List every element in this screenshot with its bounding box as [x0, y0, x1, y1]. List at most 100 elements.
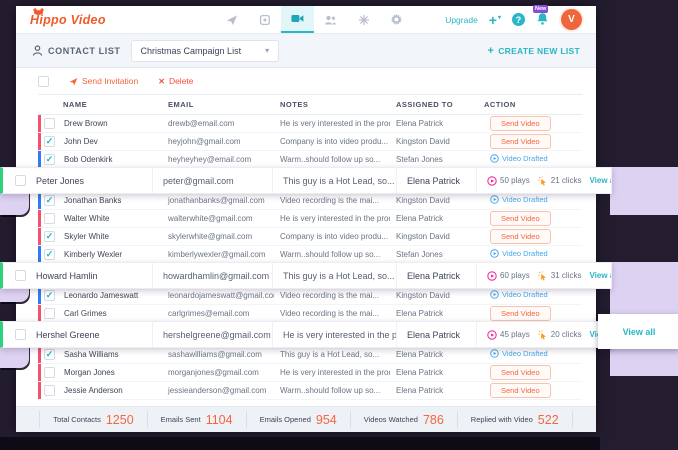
- table-row[interactable]: Drew Brown drewb@email.com He is very in…: [38, 115, 582, 133]
- nav-send-icon[interactable]: [215, 6, 248, 33]
- row-accent-bar: [38, 154, 41, 165]
- row-checkbox[interactable]: [44, 385, 55, 396]
- row-checkbox[interactable]: [44, 213, 55, 224]
- row-action[interactable]: Video Drafted: [490, 249, 548, 258]
- row-checkbox[interactable]: [44, 154, 55, 165]
- action-label: Video Drafted: [502, 195, 548, 204]
- row-action[interactable]: Video Drafted: [490, 195, 548, 204]
- nav-settings-gear-icon[interactable]: [380, 6, 413, 33]
- contact-notes: He is very interested in the prod...: [273, 322, 397, 347]
- stats-footer: Total Contacts1250 Emails Sent1104 Email…: [16, 406, 596, 432]
- row-accent-bar: [38, 118, 41, 129]
- action-label: Send Video: [501, 386, 540, 395]
- row-checkbox[interactable]: [15, 175, 26, 186]
- upgrade-link[interactable]: Upgrade: [445, 15, 478, 25]
- contact-email: peter@gmail.com: [153, 168, 273, 193]
- action-label: Video Drafted: [502, 290, 548, 299]
- table-row[interactable]: Sasha Williams sashawilliams@gmail.com T…: [38, 346, 582, 364]
- contact-email: heyheyhey@email.com: [162, 155, 274, 164]
- delete-button[interactable]: ✕ Delete: [158, 76, 193, 86]
- row-checkbox[interactable]: [44, 195, 55, 206]
- contact-name: Walter White: [64, 214, 110, 223]
- row-action[interactable]: Video Drafted: [490, 349, 548, 358]
- contact-email: heyjohn@gmail.com: [162, 137, 274, 146]
- view-all-link[interactable]: View all: [589, 271, 611, 280]
- help-button[interactable]: ?: [512, 13, 525, 26]
- row-checkbox[interactable]: [44, 367, 55, 378]
- nav-contacts-icon[interactable]: [314, 6, 347, 33]
- table-row[interactable]: Jessie Anderson jessieanderson@gmail.com…: [38, 382, 582, 400]
- contact-assigned: Elena Patrick: [390, 368, 478, 377]
- stat-videos-watched: Videos Watched786: [351, 411, 458, 428]
- contact-notes: He is very interested in the prod...: [274, 368, 390, 377]
- action-label: Video Drafted: [502, 154, 548, 163]
- play-circle-icon: [490, 154, 499, 163]
- row-checkbox[interactable]: [15, 329, 26, 340]
- row-checkbox[interactable]: [44, 308, 55, 319]
- highlighted-contact-row[interactable]: Hershel Greene hershelgreene@gmail.com H…: [0, 321, 612, 348]
- table-row[interactable]: Leonardo Jameswatt leonardojameswatt@gma…: [38, 287, 582, 305]
- row-action[interactable]: Video Drafted: [490, 290, 548, 299]
- row-checkbox[interactable]: [44, 136, 55, 147]
- row-checkbox[interactable]: [44, 118, 55, 129]
- contact-name: Carl Grimes: [64, 309, 107, 318]
- col-header-name: NAME: [38, 100, 162, 109]
- clicks-stat: 31 clicks: [538, 271, 582, 281]
- highlighted-contact-row[interactable]: Peter Jones peter@gmail.com This guy is …: [0, 167, 612, 194]
- contact-name: John Dev: [64, 137, 98, 146]
- col-header-email: EMAIL: [162, 100, 274, 109]
- row-accent-bar: [38, 367, 41, 378]
- plays-stat: 50 plays: [487, 176, 530, 186]
- contact-assigned: Elena Patrick: [397, 322, 477, 347]
- row-checkbox[interactable]: [44, 249, 55, 260]
- row-action[interactable]: Video Drafted: [490, 154, 548, 163]
- nav-library-icon[interactable]: [248, 6, 281, 33]
- table-row[interactable]: John Dev heyjohn@gmail.com Company is in…: [38, 133, 582, 151]
- send-invitation-button[interactable]: Send Invitation: [69, 76, 138, 86]
- contact-notes: This guy is a Hot Lead, so...: [274, 350, 390, 359]
- create-new-list-button[interactable]: + CREATE NEW LIST: [487, 45, 580, 57]
- section-title: CONTACT LIST: [48, 46, 121, 56]
- row-action[interactable]: Send Video: [490, 365, 551, 380]
- row-checkbox[interactable]: [44, 349, 55, 360]
- nav-integrations-icon[interactable]: [347, 6, 380, 33]
- select-all-checkbox[interactable]: [38, 76, 49, 87]
- top-nav-bar: Hippo Video Upgrade +▾ ?: [16, 6, 596, 34]
- highlighted-contact-row[interactable]: Howard Hamlin howardhamlin@gmail.com Thi…: [0, 262, 612, 289]
- contact-notes: Warm..should follow up so...: [274, 386, 390, 395]
- contact-list-toolbar: CONTACT LIST Christmas Campaign List ▾ +…: [16, 34, 596, 68]
- user-avatar[interactable]: V: [561, 9, 582, 30]
- contact-name: Kimberly Wexler: [64, 250, 122, 259]
- table-row[interactable]: Jonathan Banks jonathanbanks@gmail.com V…: [38, 192, 582, 210]
- row-checkbox[interactable]: [44, 231, 55, 242]
- contact-name: Sasha Williams: [64, 350, 119, 359]
- row-action[interactable]: Send Video: [490, 383, 551, 398]
- contact-name: Hershel Greene: [36, 330, 100, 340]
- table-body: Drew Brown drewb@email.com He is very in…: [38, 115, 582, 400]
- table-row[interactable]: Walter White walterwhite@gmail.com He is…: [38, 210, 582, 228]
- row-action[interactable]: Send Video: [490, 116, 551, 131]
- row-checkbox[interactable]: [15, 270, 26, 281]
- table-row[interactable]: Morgan Jones morganjones@gmail.com He is…: [38, 364, 582, 382]
- row-checkbox[interactable]: [44, 290, 55, 301]
- notifications-bell[interactable]: New: [536, 12, 550, 27]
- list-select-dropdown[interactable]: Christmas Campaign List ▾: [131, 40, 280, 62]
- view-all-tooltip[interactable]: View all: [598, 314, 678, 349]
- contact-notes: This guy is a Hot Lead, so...: [273, 168, 397, 193]
- contact-assigned: Elena Patrick: [390, 214, 478, 223]
- clicks-stat: 20 clicks: [538, 330, 582, 340]
- row-accent-bar: [38, 213, 41, 224]
- nav-video-camera-icon[interactable]: [281, 6, 314, 33]
- hippo-video-logo[interactable]: Hippo Video: [30, 13, 106, 27]
- row-action[interactable]: Send Video: [490, 134, 551, 149]
- col-header-action: ACTION: [478, 100, 582, 109]
- bulk-actions-bar: Send Invitation ✕ Delete: [16, 68, 596, 94]
- contact-notes: This guy is a Hot Lead, so...: [273, 263, 397, 288]
- table-row[interactable]: Skyler White skylerwhite@gmail.com Compa…: [38, 228, 582, 246]
- row-action[interactable]: Send Video: [490, 229, 551, 244]
- view-all-link[interactable]: View all: [589, 176, 611, 185]
- row-action[interactable]: Send Video: [490, 306, 551, 321]
- row-accent-bar: [38, 231, 41, 242]
- quick-add-button[interactable]: +▾: [489, 13, 501, 27]
- row-action[interactable]: Send Video: [490, 211, 551, 226]
